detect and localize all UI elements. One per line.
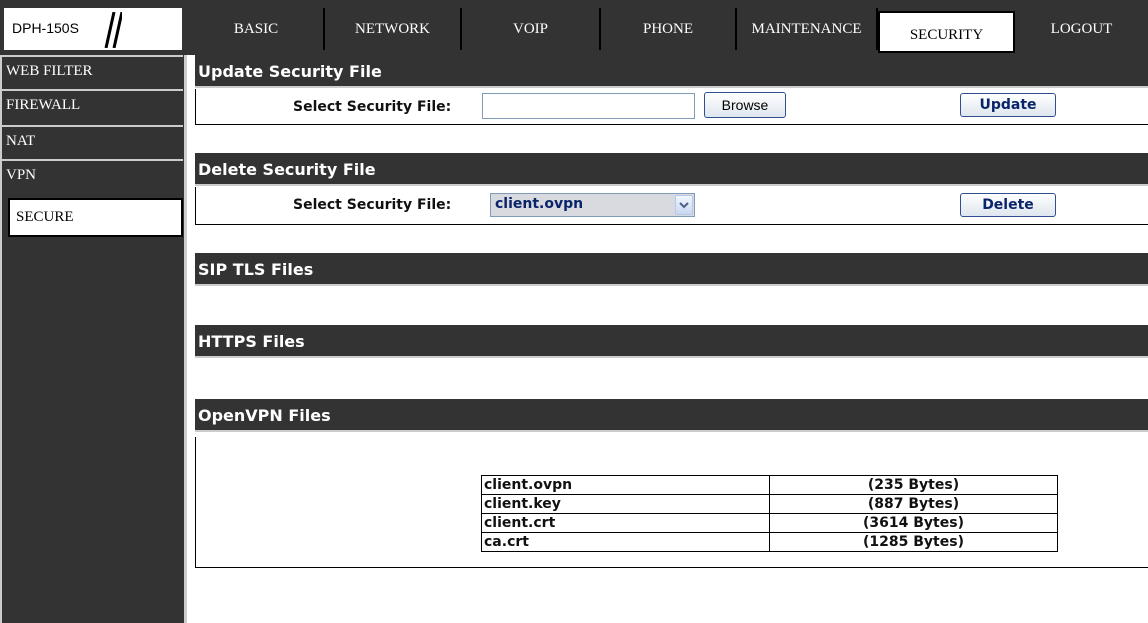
https-section-body [195,360,1148,398]
sidebar-item-web-filter[interactable]: WEB FILTER [0,55,183,85]
table-row: ca.crt (1285 Bytes) [481,532,1058,552]
update-file-input[interactable] [482,93,695,119]
delete-file-select[interactable]: client.ovpn [490,193,695,217]
sidebar-item-nat[interactable]: NAT [0,125,183,155]
sip-tls-section-body [195,288,1148,323]
update-file-label: Select Security File: [293,99,452,115]
delete-section-body: Select Security File: client.ovpn Delete [195,187,1148,225]
select-dropdown-arrow[interactable] [675,195,693,215]
sidebar: WEB FILTER FIREWALL NAT VPN SECURE [0,55,185,623]
openvpn-section-title: OpenVPN Files [195,399,1148,432]
sidebar-right-edge [184,55,187,623]
sidebar-item-secure[interactable]: SECURE [8,198,183,237]
delete-file-selected: client.ovpn [495,196,584,212]
file-size: (1285 Bytes) [769,532,1058,552]
update-section-title: Update Security File [195,55,1148,88]
sidebar-item-vpn[interactable]: VPN [0,159,183,189]
file-name: client.ovpn [481,475,770,495]
tab-maintenance[interactable]: MAINTENANCE [737,8,878,50]
sidebar-left-edge [0,55,2,623]
tab-network[interactable]: NETWORK [325,8,462,50]
chevron-down-icon [679,202,689,209]
tab-phone[interactable]: PHONE [601,8,737,50]
delete-button[interactable]: Delete [960,193,1056,217]
file-name: client.key [481,494,770,514]
tab-basic[interactable]: BASIC [189,8,325,50]
sidebar-item-firewall[interactable]: FIREWALL [0,89,183,119]
device-model: DPH-150S [12,20,79,36]
browse-button[interactable]: Browse [704,92,786,118]
table-row: client.key (887 Bytes) [481,494,1058,514]
file-size: (887 Bytes) [769,494,1058,514]
device-logo: DPH-150S [4,8,182,50]
tab-logout[interactable]: LOGOUT [1015,8,1148,50]
https-section-title: HTTPS Files [195,325,1148,358]
file-size: (3614 Bytes) [769,513,1058,533]
main-nav: BASIC NETWORK VOIP PHONE MAINTENANCE SEC… [189,8,1148,53]
openvpn-files-table: client.ovpn (235 Bytes) client.key (887 … [481,475,1058,552]
table-row: client.crt (3614 Bytes) [481,513,1058,533]
table-row: client.ovpn (235 Bytes) [481,475,1058,495]
top-bar: DPH-150S BASIC NETWORK VOIP PHONE MAINTE… [0,0,1148,55]
sip-tls-section-title: SIP TLS Files [195,253,1148,286]
file-name: client.crt [481,513,770,533]
delete-section-title: Delete Security File [195,153,1148,186]
update-button[interactable]: Update [960,93,1056,117]
delete-file-label: Select Security File: [293,197,452,213]
logo-slash-icon [104,12,122,48]
tab-security[interactable]: SECURITY [878,11,1015,53]
tab-voip[interactable]: VOIP [462,8,601,50]
file-size: (235 Bytes) [769,475,1058,495]
file-name: ca.crt [481,532,770,552]
update-section-body: Select Security File: Browse Update [195,89,1148,125]
